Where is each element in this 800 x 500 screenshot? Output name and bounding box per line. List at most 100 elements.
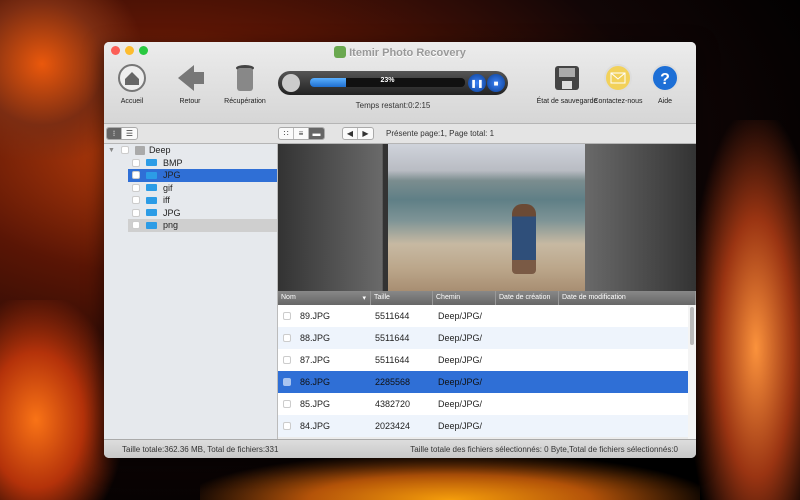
tree-root[interactable]: ▼ Deep (104, 144, 277, 157)
help-icon: ? (651, 64, 679, 92)
column-size[interactable]: Taille (371, 291, 433, 305)
file-path: Deep/JPG/ (438, 355, 483, 365)
photo-figure (512, 204, 536, 274)
recover-label: Récupération (224, 98, 266, 105)
disclosure-triangle-icon[interactable]: ▼ (108, 147, 115, 154)
checkbox[interactable] (132, 183, 140, 192)
checkbox[interactable] (132, 208, 140, 217)
folder-icon (146, 159, 157, 167)
tree-view-button[interactable]: ⁝ (107, 128, 122, 139)
column-modified[interactable]: Date de modification (559, 291, 696, 305)
file-size: 2023424 (375, 421, 411, 431)
file-size: 5511644 (375, 311, 410, 321)
svg-text:?: ? (660, 71, 670, 88)
checkbox[interactable] (132, 171, 140, 180)
back-label: Retour (179, 98, 201, 105)
list-mode-icon[interactable]: ≡ (294, 128, 309, 139)
table-row[interactable]: 87.JPG 5511644 Deep/JPG/ (278, 349, 688, 371)
recover-button[interactable]: Récupération (220, 64, 270, 105)
file-path: Deep/JPG/ (438, 421, 483, 431)
column-created[interactable]: Date de création (496, 291, 559, 305)
table-row[interactable]: 89.JPG 5511644 Deep/JPG/ (278, 305, 688, 327)
status-selected: Taille totale des fichiers sélectionnés:… (410, 445, 678, 454)
tree-item[interactable]: png (128, 219, 277, 232)
tree-label: gif (163, 182, 173, 193)
table-header: Nom ▾ Taille Chemin Date de création Date… (278, 291, 696, 305)
scrollbar-thumb[interactable] (690, 307, 694, 345)
file-size: 5511644 (375, 355, 410, 365)
tree-item[interactable]: iff (104, 194, 277, 207)
checkbox[interactable] (283, 334, 291, 342)
checkbox[interactable] (132, 158, 140, 167)
pause-button[interactable]: ❚❚ (468, 74, 486, 92)
tree-item[interactable]: JPG (128, 169, 277, 182)
progress-percent: 23% (380, 77, 395, 84)
checkbox[interactable] (120, 146, 129, 155)
tree-label: Deep (148, 145, 171, 156)
drive-icon (282, 74, 300, 92)
floppy-disk-icon (553, 64, 581, 92)
next-page-button[interactable]: ▶ (358, 128, 373, 139)
mail-icon (604, 64, 632, 92)
window-title: Itemir Photo Recovery (104, 46, 696, 59)
checkbox[interactable] (283, 422, 291, 430)
checkbox[interactable] (283, 400, 291, 408)
checkbox[interactable] (283, 312, 291, 320)
page-info: Présente page:1, Page total: 1 (386, 129, 495, 138)
tree-label: JPG (163, 207, 181, 218)
tree-label: iff (163, 195, 170, 206)
contact-label: Contactez-nous (593, 98, 643, 105)
column-name[interactable]: Nom ▾ (278, 291, 371, 305)
status-total: Taille totale:362.36 MB, Total de fichie… (122, 445, 279, 454)
trash-icon (231, 64, 259, 92)
table-row[interactable]: 86.JPG 2285568 Deep/JPG/ (278, 371, 688, 393)
table-row[interactable]: 84.JPG 2023424 Deep/JPG/ (278, 415, 688, 437)
table-row[interactable]: 88.JPG 5511644 Deep/JPG/ (278, 327, 688, 349)
checkbox[interactable] (132, 221, 140, 230)
grid-view-icon[interactable]: ∷ (279, 128, 294, 139)
display-mode-toggle: ∷ ≡ ▬ (278, 127, 325, 140)
checkbox[interactable] (283, 356, 291, 364)
background-fire (0, 300, 120, 500)
file-name: 87.JPG (300, 355, 331, 365)
save-state-label: État de sauvegarde (536, 98, 598, 105)
contact-button[interactable]: Contactez-nous (590, 64, 646, 105)
drive-icon (134, 145, 145, 155)
save-state-button[interactable]: État de sauvegarde (536, 64, 598, 105)
help-button[interactable]: ? Aide (650, 64, 680, 105)
background-fire (690, 120, 800, 500)
folder-tree: ▼ Deep BMP JPG gif iff JPG png (104, 144, 278, 439)
tree-item[interactable]: BMP (104, 157, 277, 170)
home-icon (118, 64, 146, 92)
image-preview (278, 144, 696, 291)
checkbox[interactable] (132, 196, 140, 205)
file-table: 89.JPG 5511644 Deep/JPG/88.JPG 5511644 Deep/… (278, 305, 688, 439)
prev-page-button[interactable]: ◀ (343, 128, 358, 139)
home-button[interactable]: Accueil (112, 64, 152, 105)
tree-item[interactable]: gif (104, 182, 277, 195)
title-text: Itemir Photo Recovery (349, 47, 466, 59)
scrollbar[interactable] (688, 305, 696, 439)
tree-item[interactable]: JPG (104, 207, 277, 220)
app-window: Itemir Photo Recovery Accueil Retour Réc… (104, 42, 696, 458)
file-path: Deep/JPG/ (438, 333, 483, 343)
view-toolbar: ⁝ ☰ ∷ ≡ ▬ ◀ ▶ Présente page:1, Page total: 1 (104, 124, 696, 144)
tree-view-toggle: ⁝ ☰ (106, 127, 138, 140)
page-nav: ◀ ▶ (342, 127, 374, 140)
stop-button[interactable]: ■ (487, 74, 505, 92)
list-view-button[interactable]: ☰ (122, 128, 137, 139)
tree-label: BMP (163, 157, 183, 168)
checkbox[interactable] (283, 378, 291, 386)
back-button[interactable]: Retour (168, 64, 212, 105)
column-path[interactable]: Chemin (433, 291, 496, 305)
preview-photo (388, 144, 585, 291)
help-label: Aide (657, 98, 672, 105)
file-name: 89.JPG (300, 311, 331, 321)
table-row[interactable]: 85.JPG 4382720 Deep/JPG/ (278, 393, 688, 415)
back-arrow-icon (176, 64, 204, 92)
file-path: Deep/JPG/ (438, 311, 483, 321)
preview-mode-icon[interactable]: ▬ (309, 128, 324, 139)
app-logo-icon (334, 46, 347, 58)
home-label: Accueil (120, 98, 144, 105)
folder-icon (146, 196, 157, 204)
